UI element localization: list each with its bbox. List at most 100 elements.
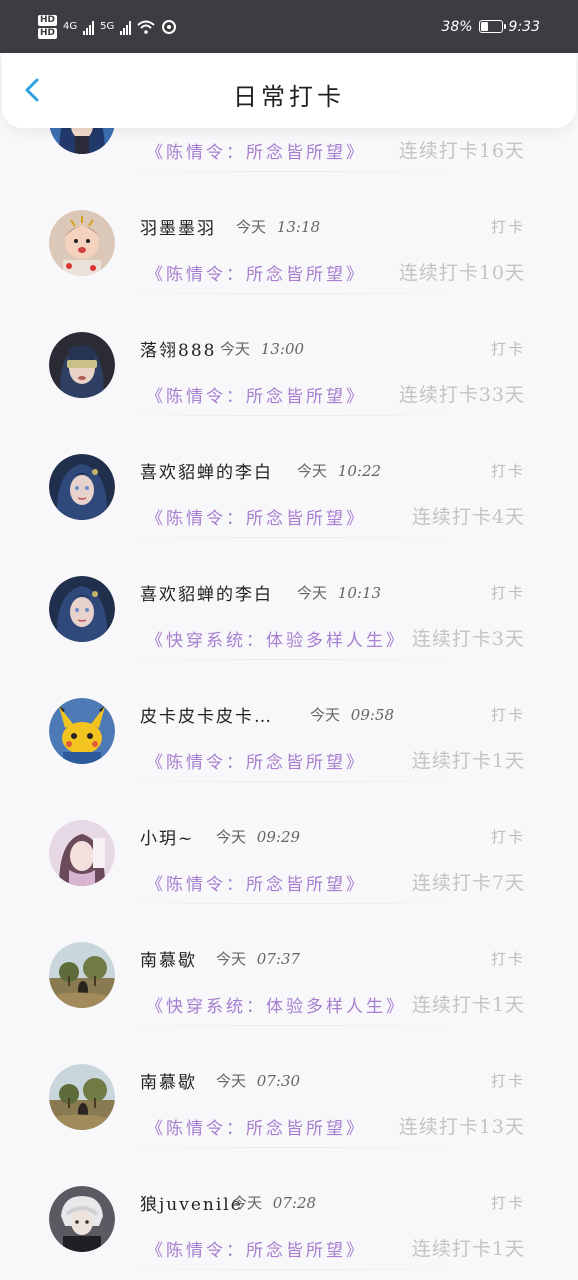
user-name[interactable]: 小玥~ (140, 824, 194, 849)
book-title-link[interactable]: 《陈情令：所念皆所望》 (146, 382, 366, 407)
checkin-day: 今天 (220, 340, 251, 358)
anime-girl-avatar (49, 454, 115, 520)
avatar[interactable] (49, 1064, 115, 1130)
baby-avatar (49, 210, 115, 276)
wifi-icon (137, 20, 155, 34)
streak-text: 连续打卡10天 (398, 262, 525, 284)
checkin-time: 今天 07:28 (232, 1192, 316, 1213)
list-item[interactable]: 南慕歇 今天 07:30 打卡 《陈情令：所念皆所望》 连续打卡13天 (0, 1026, 578, 1148)
checkin-day: 今天 (236, 218, 267, 236)
book-title-link[interactable]: 《陈情令：所念皆所望》 (146, 504, 366, 529)
avatar[interactable] (49, 332, 115, 398)
checkin-clock: 07:28 (272, 1194, 317, 1212)
list-item[interactable]: 羽墨墨羽 今天 13:18 打卡 《陈情令：所念皆所望》 连续打卡10天 (0, 172, 578, 294)
status-left: HD HD 4G 5G (38, 14, 177, 39)
checkin-time: 今天 13:18 (236, 216, 320, 237)
hd-label-1: HD (38, 14, 58, 26)
checkin-clock: 13:18 (276, 218, 321, 236)
streak-text: 连续打卡16天 (398, 140, 525, 162)
list-item[interactable]: 喜欢貂蝉的李白 今天 10:13 打卡 《快穿系统：体验多样人生》 连续打卡3天 (0, 538, 578, 660)
streak-text: 连续打卡33天 (398, 384, 525, 406)
checkin-label: 打卡 (490, 340, 525, 358)
avatar[interactable] (49, 942, 115, 1008)
user-name[interactable]: 狼juvenile (140, 1190, 243, 1215)
network-5g-label: 5G (100, 21, 115, 32)
checkin-label: 打卡 (490, 950, 525, 968)
book-title-link[interactable]: 《陈情令：所念皆所望》 (146, 748, 366, 773)
book-title-link[interactable]: 《陈情令：所念皆所望》 (146, 260, 366, 285)
top-nav-bar: 日常打卡 (2, 53, 576, 128)
checkin-label: 打卡 (490, 1072, 525, 1090)
user-name[interactable]: 羽墨墨羽 (140, 214, 216, 239)
checkin-time: 今天 10:13 (297, 582, 381, 603)
checkin-time: 今天 07:37 (216, 948, 300, 969)
checkin-clock: 07:30 (256, 1072, 301, 1090)
list-item[interactable]: 南慕歇 今天 07:37 打卡 《快穿系统：体验多样人生》 连续打卡1天 (0, 904, 578, 1026)
checkin-day: 今天 (297, 462, 328, 480)
anime-girl-avatar (49, 576, 115, 642)
checkin-time: 今天 09:29 (216, 826, 300, 847)
checkin-label: 打卡 (490, 584, 525, 602)
checkin-time: 今天 13:00 (220, 338, 304, 359)
checkin-day: 今天 (216, 1072, 247, 1090)
user-name[interactable]: 皮卡皮卡皮卡… (140, 702, 273, 727)
streak-text: 连续打卡13天 (398, 1116, 525, 1138)
list-item[interactable]: 落翎888 今天 13:00 打卡 《陈情令：所念皆所望》 连续打卡33天 (0, 294, 578, 416)
avatar[interactable] (49, 454, 115, 520)
checkin-time: 今天 07:30 (216, 1070, 300, 1091)
status-right: 38% 9:33 (441, 19, 540, 35)
hd-indicator: HD HD (38, 14, 58, 39)
avatar[interactable] (49, 1186, 115, 1252)
avatar[interactable] (49, 698, 115, 764)
checkin-label: 打卡 (490, 462, 525, 480)
network-4g-label: 4G (63, 21, 78, 32)
checkin-clock: 09:29 (256, 828, 301, 846)
battery-icon (478, 20, 506, 33)
book-title-link[interactable]: 《陈情令：所念皆所望》 (146, 138, 366, 163)
book-title-link[interactable]: 《陈情令：所念皆所望》 (146, 1114, 366, 1139)
avatar[interactable] (49, 820, 115, 886)
girl-photo-avatar (49, 820, 115, 886)
status-bar: HD HD 4G 5G 38% 9:33 (0, 0, 578, 53)
avatar[interactable] (49, 576, 115, 642)
row-divider (100, 1269, 478, 1270)
user-name[interactable]: 落翎888 (140, 336, 216, 361)
checkin-clock: 10:13 (337, 584, 382, 602)
checkin-clock: 07:37 (256, 950, 301, 968)
checkin-clock: 10:22 (337, 462, 382, 480)
checkin-label: 打卡 (490, 706, 525, 724)
list-item[interactable]: 狼juvenile 今天 07:28 打卡 《陈情令：所念皆所望》 连续打卡1天 (0, 1148, 578, 1270)
checkin-time: 今天 09:58 (310, 704, 394, 725)
landscape-avatar (49, 1064, 115, 1130)
streak-text: 连续打卡4天 (411, 506, 525, 528)
book-title-link[interactable]: 《陈情令：所念皆所望》 (146, 870, 366, 895)
checkin-label: 打卡 (490, 1194, 525, 1212)
checkin-label: 打卡 (490, 218, 525, 236)
user-name[interactable]: 喜欢貂蝉的李白 (140, 458, 273, 483)
book-title-link[interactable]: 《快穿系统：体验多样人生》 (146, 992, 406, 1017)
list-item[interactable]: 小玥~ 今天 09:29 打卡 《陈情令：所念皆所望》 连续打卡7天 (0, 782, 578, 904)
checkin-clock: 13:00 (260, 340, 305, 358)
checkin-day: 今天 (216, 828, 247, 846)
book-title-link[interactable]: 《陈情令：所念皆所望》 (146, 1236, 366, 1261)
streak-text: 连续打卡7天 (411, 872, 525, 894)
user-name[interactable]: 南慕歇 (140, 946, 197, 971)
list-item[interactable]: 皮卡皮卡皮卡… 今天 09:58 打卡 《陈情令：所念皆所望》 连续打卡1天 (0, 660, 578, 782)
streak-text: 连续打卡1天 (411, 1238, 525, 1260)
avatar[interactable] (49, 210, 115, 276)
pikachu-avatar (49, 698, 115, 764)
sync-icon (162, 19, 177, 34)
streak-text: 连续打卡3天 (411, 628, 525, 650)
hd-label-2: HD (38, 27, 58, 39)
clock: 9:33 (508, 18, 540, 35)
list-item[interactable]: 喜欢貂蝉的李白 今天 10:22 打卡 《陈情令：所念皆所望》 连续打卡4天 (0, 416, 578, 538)
streak-text: 连续打卡1天 (411, 750, 525, 772)
signal-icon (83, 19, 95, 35)
book-title-link[interactable]: 《快穿系统：体验多样人生》 (146, 626, 406, 651)
user-name[interactable]: 喜欢貂蝉的李白 (140, 580, 273, 605)
user-name[interactable]: 南慕歇 (140, 1068, 197, 1093)
checkin-day: 今天 (310, 706, 341, 724)
streak-text: 连续打卡1天 (411, 994, 525, 1016)
battery-percent: 38% (441, 18, 473, 35)
checkin-clock: 09:58 (350, 706, 395, 724)
